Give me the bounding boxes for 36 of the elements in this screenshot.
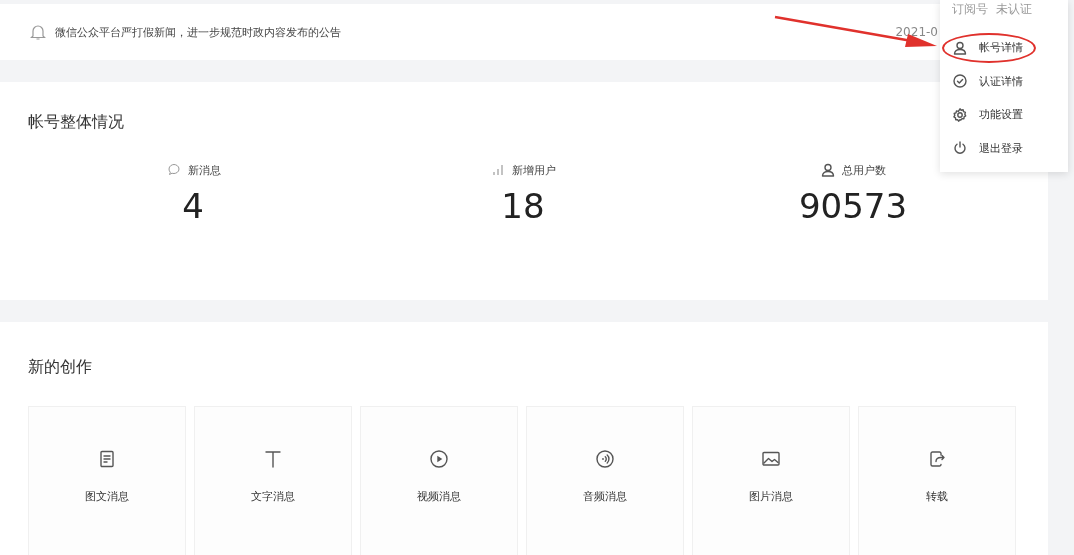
menu-item[interactable]: 认证详情: [952, 64, 1052, 98]
text-icon: [263, 449, 283, 469]
check-circle-icon: [952, 73, 968, 90]
notice-date: 2021-0: [895, 25, 938, 39]
bell-icon: [30, 23, 46, 41]
stat-value: 90573: [798, 186, 908, 227]
stat-label: 新消息: [187, 162, 221, 178]
menu-item[interactable]: 功能设置: [952, 98, 1052, 132]
create-tile[interactable]: 图文消息: [28, 406, 186, 555]
power-icon: [952, 140, 968, 157]
audio-icon: [595, 449, 615, 469]
bar-chart-icon: [490, 162, 506, 178]
user-icon: [820, 162, 836, 178]
menu-item[interactable]: 退出登录: [952, 131, 1052, 165]
menu-item[interactable]: 帐号详情: [952, 31, 1052, 65]
settings-icon: [952, 106, 968, 123]
stat-value: 4: [182, 186, 204, 227]
share-icon: [927, 449, 947, 469]
section-title: 帐号整体情况: [28, 112, 124, 133]
stat-label: 总用户数: [842, 162, 886, 178]
notice-link[interactable]: 微信公众平台严打假新闻，进一步规范时政内容发布的公告: [55, 24, 896, 40]
play-icon: [429, 449, 449, 469]
speech-bubble-icon: [165, 162, 182, 178]
create-tile[interactable]: 转载: [858, 406, 1016, 555]
image-icon: [761, 449, 781, 469]
create-tile[interactable]: 图片消息: [692, 406, 850, 555]
verification-status: 未认证: [996, 1, 1032, 17]
stat-value: 18: [501, 186, 545, 227]
account-type: 订阅号: [952, 1, 988, 17]
create-tile[interactable]: 文字消息: [194, 406, 352, 555]
create-tile[interactable]: 视频消息: [360, 406, 518, 555]
stat-label: 新增用户: [512, 162, 556, 178]
section-title: 新的创作: [28, 357, 92, 378]
user-icon: [952, 39, 968, 56]
create-tile[interactable]: 音频消息: [526, 406, 684, 555]
document-icon: [97, 449, 117, 469]
